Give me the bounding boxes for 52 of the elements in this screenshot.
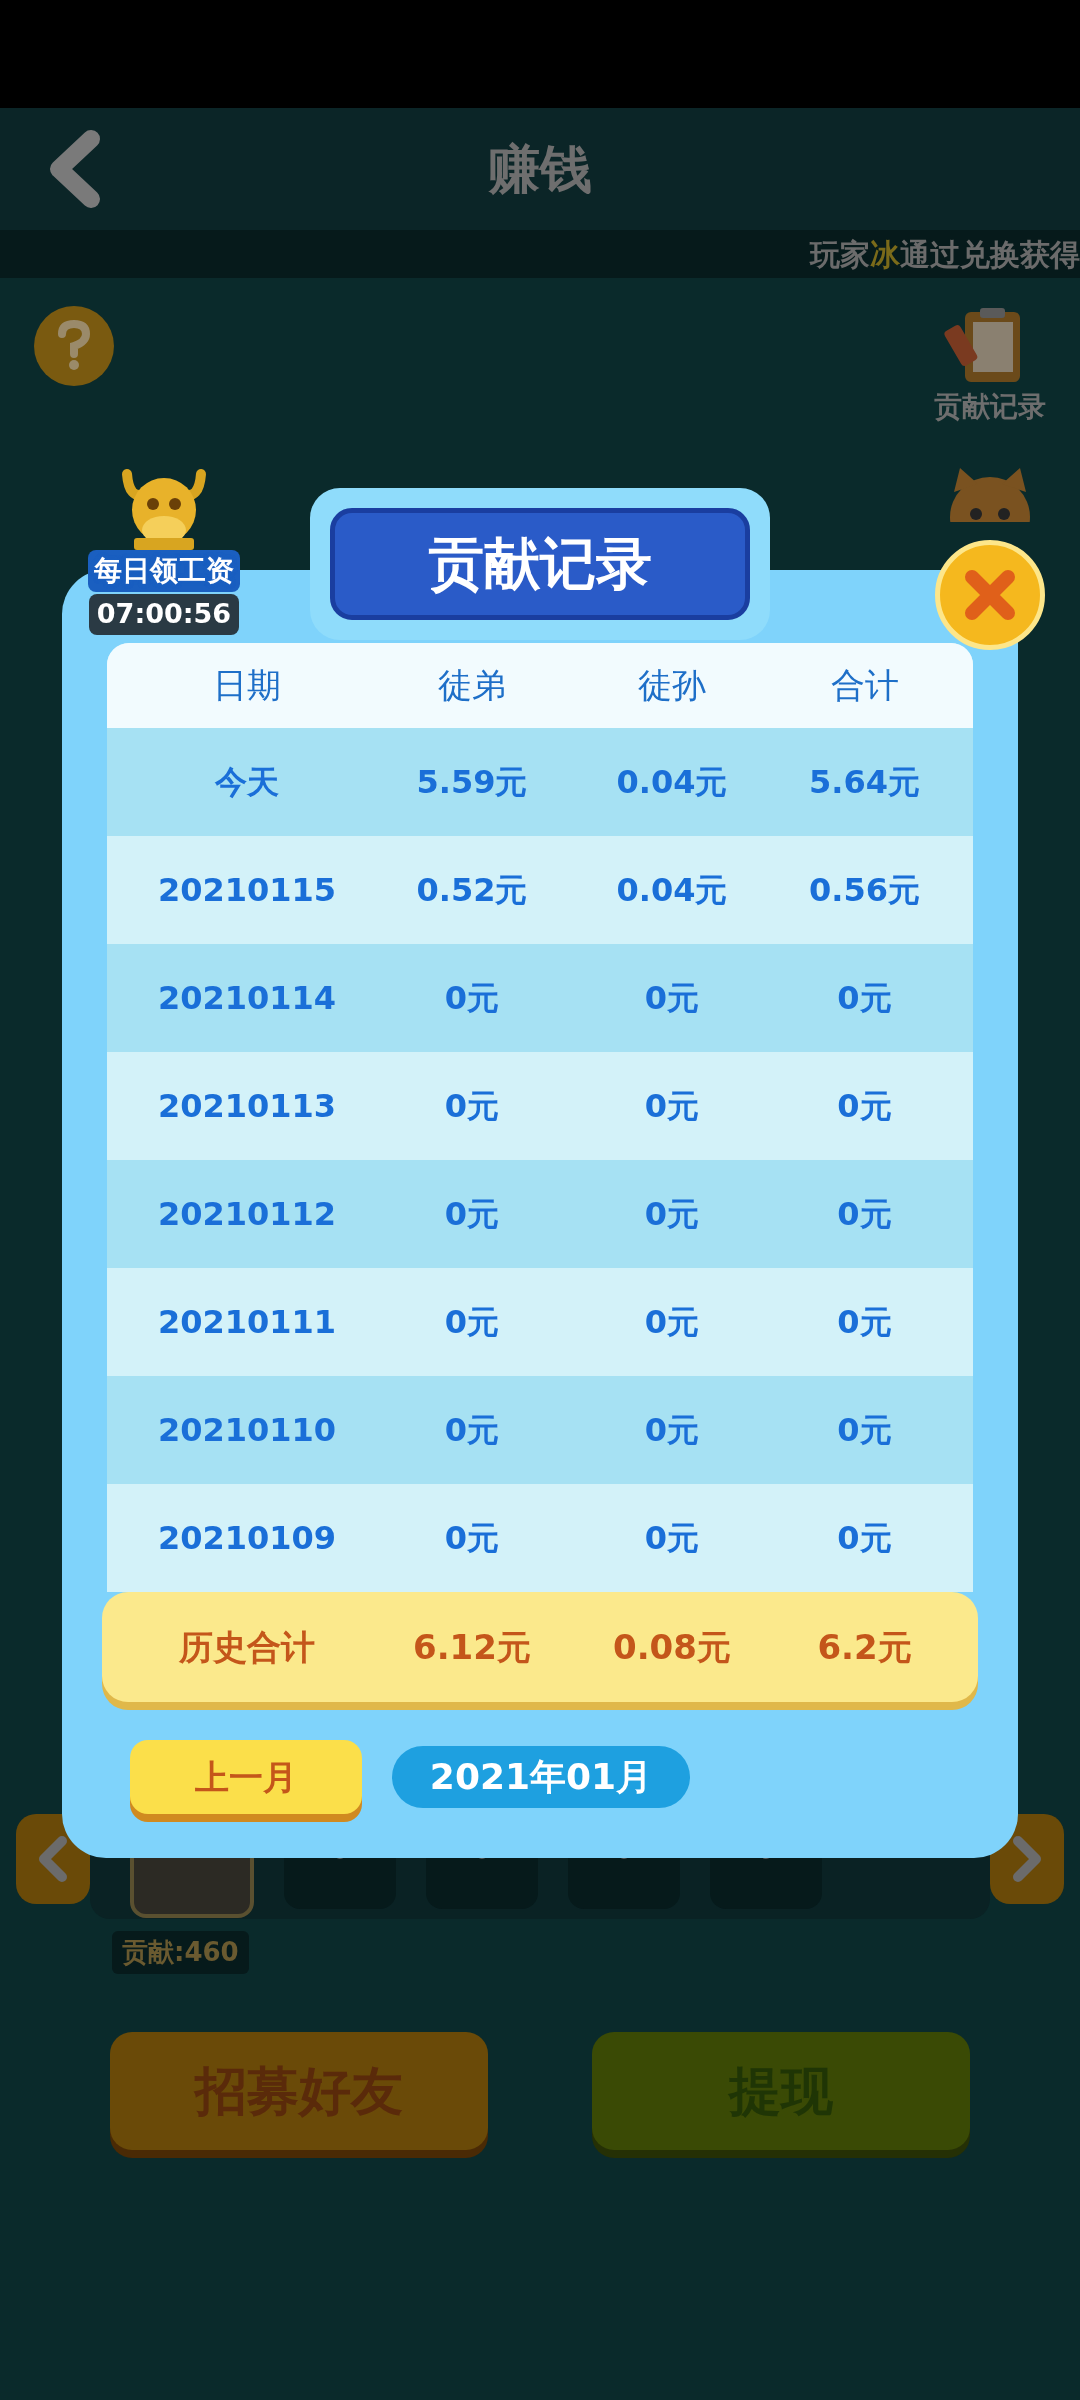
table-cell-text: 0元 (837, 1086, 892, 1127)
table-cell-text: 0元 (837, 1194, 892, 1235)
table-cell-text: 20210113 (157, 1086, 337, 1127)
column-header: 日期 (212, 664, 282, 707)
table-cell-text: 0元 (644, 1302, 700, 1343)
table-cell-text: 0元 (444, 1518, 500, 1559)
table-cell-text: 0元 (644, 978, 700, 1019)
table-cell-text: 20210115 (157, 870, 337, 911)
column-header: 徒孙 (637, 664, 707, 707)
question-icon (56, 320, 92, 372)
table-cell-text: 20210112 (157, 1194, 337, 1235)
table-cell-text: 5.59元 (416, 762, 528, 803)
table-cell-text: 5.64元 (809, 762, 920, 803)
table-cell-text: 20210114 (157, 978, 337, 1019)
table-cell-text: 0元 (444, 978, 500, 1019)
table-cell-text: 20210110 (157, 1410, 337, 1451)
countdown-timer: 07:00:56 (88, 594, 240, 635)
month-label: 2021年01月 (392, 1746, 690, 1808)
table-cell-text: 0元 (444, 1086, 500, 1127)
chevron-left-icon (36, 1835, 70, 1883)
table-cell-text: 0.52元 (416, 870, 528, 911)
table-cell-text: 0元 (837, 1518, 892, 1559)
column-header: 徒弟 (437, 664, 507, 707)
chevron-right-icon (1010, 1835, 1044, 1883)
column-header: 合计 (829, 664, 900, 707)
total-cell-text: 6.12元 (412, 1625, 532, 1669)
table-cell-text: 0元 (837, 1410, 892, 1451)
table-cell-text: 0元 (837, 1302, 892, 1343)
table-cell-text: 0元 (444, 1302, 500, 1343)
daily-wage-label[interactable]: 每日领工资 (88, 550, 240, 592)
table-cell-text: 0元 (644, 1410, 700, 1451)
table-cell-text: 0.56元 (809, 870, 920, 911)
total-cell-text: 0.08元 (612, 1625, 732, 1669)
page-title: 赚钱 (487, 138, 593, 201)
table-cell-text: 0.04元 (616, 870, 728, 911)
table-cell-text: 0元 (644, 1518, 700, 1559)
table-cell-text: 今天 (215, 762, 279, 803)
table-cell-text: 0元 (444, 1194, 500, 1235)
total-cell-text: 历史合计 (178, 1625, 316, 1669)
table-cell-text: 20210109 (157, 1518, 337, 1559)
table-cell-text: 0元 (644, 1086, 700, 1127)
contribution-label: 贡献:460 (112, 1931, 249, 1974)
table-cell-text: 0.04元 (616, 762, 728, 803)
marquee-text: 玩家冰通过兑换获得 (810, 235, 1080, 274)
table-cell-text: 0元 (644, 1194, 700, 1235)
table-cell-text: 20210111 (157, 1302, 337, 1343)
dialog-title: 贡献记录 (330, 508, 750, 620)
record-label[interactable]: 贡献记录 (934, 386, 1046, 428)
table-cell-text: 0元 (444, 1410, 500, 1451)
total-cell-text: 6.2元 (816, 1625, 913, 1669)
table-cell-text: 0元 (837, 978, 892, 1019)
close-icon (962, 567, 1018, 623)
